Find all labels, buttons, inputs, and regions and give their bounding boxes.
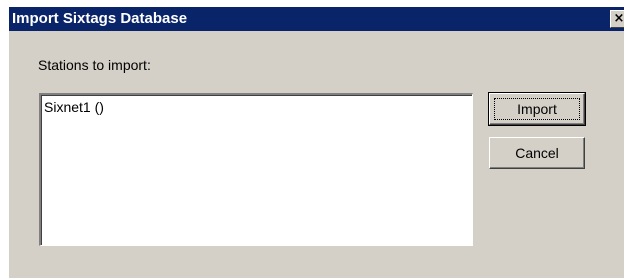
cancel-button[interactable]: Cancel (489, 137, 585, 169)
import-dialog: Import Sixtags Database × Stations to im… (8, 6, 624, 278)
cancel-button-label: Cancel (515, 145, 559, 161)
import-button[interactable]: Import (488, 92, 586, 126)
title-bar[interactable]: Import Sixtags Database × (9, 7, 624, 31)
close-button[interactable]: × (610, 10, 624, 28)
stations-label: Stations to import: (38, 57, 151, 73)
import-button-label: Import (517, 101, 557, 117)
list-item[interactable]: Sixnet1 () (44, 99, 104, 115)
window-title: Import Sixtags Database (12, 10, 188, 27)
stations-listbox[interactable]: Sixnet1 () (39, 93, 473, 246)
close-icon: × (613, 11, 624, 26)
